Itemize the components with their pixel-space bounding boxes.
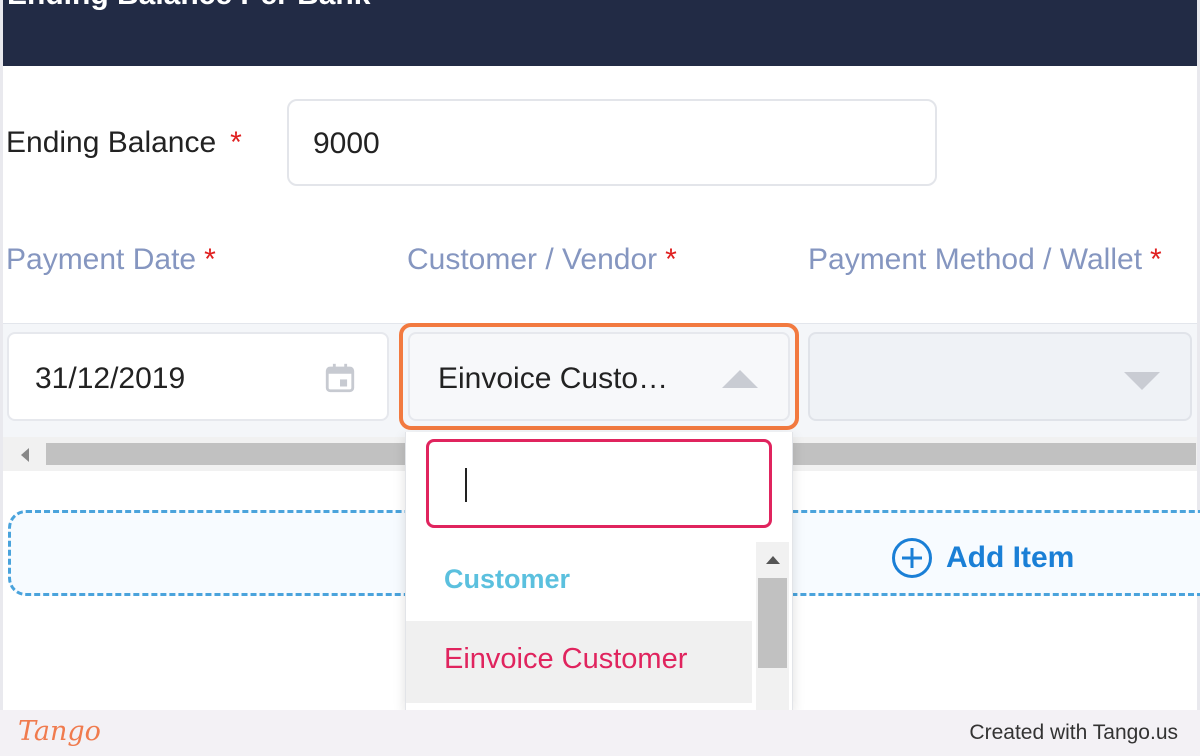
dropdown-option[interactable]: Einvoice Customer <box>406 621 752 703</box>
required-mark: * <box>665 243 677 276</box>
scroll-up-icon[interactable] <box>766 556 780 564</box>
payment-method-label: Payment Method / Wallet * <box>808 243 1162 277</box>
payment-date-label-text: Payment Date <box>6 243 197 276</box>
text-cursor <box>465 468 467 502</box>
payment-date-value: 31/12/2019 <box>35 362 186 395</box>
dropdown-scrollbar[interactable] <box>756 542 789 710</box>
payment-date-input[interactable]: 31/12/2019 <box>7 332 389 421</box>
ending-balance-label: Ending Balance * <box>6 126 242 160</box>
payment-method-select[interactable] <box>808 332 1192 421</box>
required-mark: * <box>230 126 242 159</box>
ending-balance-label-text: Ending Balance <box>6 126 217 159</box>
footer: Tango Created with Tango.us <box>0 710 1200 756</box>
add-item-label: Add Item <box>946 541 1075 574</box>
ending-balance-input[interactable]: 9000 <box>287 99 937 186</box>
scroll-left-icon[interactable] <box>21 448 29 462</box>
modal-title: Ending Balance Per Bank <box>7 0 370 12</box>
calendar-icon[interactable] <box>323 361 357 395</box>
dropdown-group-label: Customer <box>444 564 571 594</box>
dropdown-option-label: Einvoice Customer <box>444 643 688 675</box>
caret-down-icon <box>1124 372 1160 390</box>
required-mark: * <box>204 243 216 276</box>
modal-header: Ending Balance Per Bank <box>3 0 1197 66</box>
add-item-button[interactable]: Add Item <box>892 536 1074 580</box>
customer-dropdown: Customer Einvoice Customer <box>405 432 793 710</box>
step-highlight <box>399 323 799 430</box>
page: Ending Balance Per Bank Ending Balance* … <box>0 0 1200 710</box>
scrollbar-thumb[interactable] <box>758 578 787 668</box>
plus-circle-icon <box>892 538 932 578</box>
payment-method-label-text: Payment Method / Wallet <box>808 243 1143 276</box>
ending-balance-value: 9000 <box>313 127 380 160</box>
tango-logo: Tango <box>18 716 101 747</box>
required-mark: * <box>1150 243 1162 276</box>
dropdown-search-input[interactable] <box>426 439 772 528</box>
customer-vendor-label-text: Customer / Vendor <box>407 243 658 276</box>
footer-credit: Created with Tango.us <box>969 721 1178 744</box>
customer-vendor-label: Customer / Vendor * <box>407 243 677 277</box>
payment-date-label: Payment Date * <box>6 243 216 277</box>
